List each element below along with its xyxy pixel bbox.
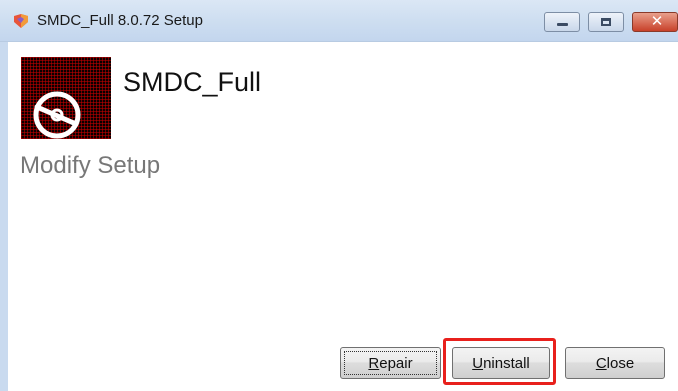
close-button[interactable]: Close (565, 347, 665, 379)
close-label: Close (595, 354, 635, 372)
installer-app-icon (12, 13, 30, 29)
disc-icon (21, 57, 111, 139)
window-close-button[interactable]: ✕ (632, 12, 678, 32)
maximize-icon (601, 18, 611, 26)
minimize-icon (557, 23, 568, 26)
title-bar[interactable]: SMDC_Full 8.0.72 Setup ✕ (0, 0, 678, 42)
window-left-border (0, 42, 8, 391)
minimize-button[interactable] (544, 12, 580, 32)
setup-window: SMDC_Full 8.0.72 Setup ✕ SMDC_Full Modif… (0, 0, 678, 391)
maximize-button[interactable] (588, 12, 624, 32)
focus-ring (344, 351, 437, 375)
page-subtitle: Modify Setup (20, 152, 161, 179)
product-name: SMDC_Full (123, 67, 262, 97)
close-icon: ✕ (650, 13, 664, 30)
repair-button[interactable]: Repair (340, 347, 441, 379)
window-title: SMDC_Full 8.0.72 Setup (37, 12, 203, 29)
uninstall-highlight (443, 338, 556, 385)
